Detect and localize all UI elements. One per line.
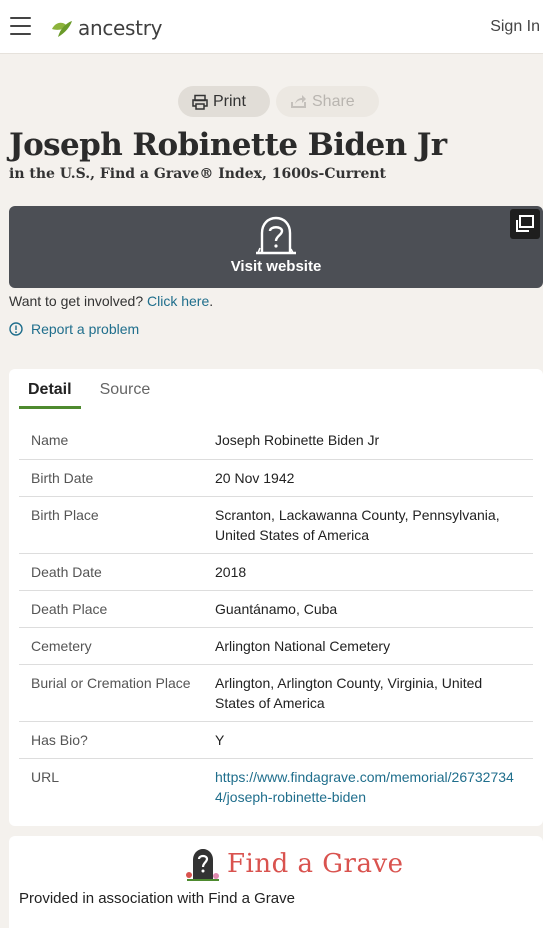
print-button[interactable]: Print xyxy=(178,86,270,117)
field-value: Arlington National Cemetery xyxy=(215,638,391,654)
report-problem-link[interactable]: Report a problem xyxy=(9,321,139,337)
findagrave-card: Find a Grave Provided in association wit… xyxy=(9,836,543,928)
field-value: Y xyxy=(215,732,225,748)
menu-icon[interactable] xyxy=(10,17,31,37)
get-involved-prompt: Want to get involved? xyxy=(9,293,144,309)
field-label: Name xyxy=(31,432,69,448)
field-value: 2018 xyxy=(215,564,247,580)
ancestry-logo[interactable]: ancestry xyxy=(50,14,162,42)
record-actions: Print Share xyxy=(178,86,379,117)
field-value: Joseph Robinette Biden Jr xyxy=(215,432,380,448)
field-value: 20 Nov 1942 xyxy=(215,470,295,486)
click-here-link[interactable]: Click here xyxy=(147,293,209,309)
findagrave-logo-text: Find a Grave xyxy=(227,849,404,879)
table-row: Cemetery Arlington National Cemetery xyxy=(19,628,533,665)
share-icon xyxy=(291,94,306,108)
get-involved-text: Want to get involved? Click here. xyxy=(9,293,213,309)
record-collection: in the U.S., Find a Grave® Index, 1600s-… xyxy=(9,166,386,182)
get-involved-period: . xyxy=(209,293,214,309)
findagrave-question-stone-icon xyxy=(186,849,219,881)
visit-website-label: Visit website xyxy=(230,258,322,275)
findagrave-logo: Find a Grave xyxy=(185,846,404,882)
provided-by-text: Provided in association with Find a Grav… xyxy=(19,890,295,907)
visit-website-button[interactable]: Visit website xyxy=(9,206,543,288)
table-row: Birth Place Scranton, Lackawanna County,… xyxy=(19,497,533,554)
report-problem-label: Report a problem xyxy=(31,321,140,337)
external-link-icon[interactable] xyxy=(510,209,540,239)
field-label: Birth Place xyxy=(31,507,99,523)
tab-source[interactable]: Source xyxy=(91,381,160,409)
field-value: Scranton, Lackawanna County, Pennsylvani… xyxy=(215,507,500,543)
detail-tabs: Detail Source xyxy=(19,381,159,409)
share-label: Share xyxy=(312,92,355,110)
field-label: Death Place xyxy=(31,601,108,617)
table-row: Death Date 2018 xyxy=(19,554,533,591)
table-row: Has Bio? Y xyxy=(19,722,533,759)
field-label: Burial or Cremation Place xyxy=(31,675,191,691)
print-label: Print xyxy=(213,92,246,110)
field-value: Arlington, Arlington County, Virginia, U… xyxy=(215,675,483,711)
gravestone-icon xyxy=(256,216,296,255)
record-title: Joseph Robinette Biden Jr xyxy=(9,127,447,163)
table-row: Burial or Cremation Place Arlington, Arl… xyxy=(19,665,533,722)
table-row: URL https://www.findagrave.com/memorial/… xyxy=(19,759,533,816)
tab-detail[interactable]: Detail xyxy=(19,381,81,409)
sign-in-link[interactable]: Sign In xyxy=(490,18,540,36)
info-circle-icon xyxy=(9,322,23,336)
printer-icon xyxy=(192,94,208,110)
table-row: Death Place Guantánamo, Cuba xyxy=(19,591,533,628)
leaf-icon xyxy=(52,21,72,37)
record-detail-card: Detail Source Name Joseph Robinette Bide… xyxy=(9,369,543,826)
findagrave-url-link[interactable]: https://www.findagrave.com/memorial/2673… xyxy=(215,759,533,816)
top-nav-bar: ancestry Sign In xyxy=(0,0,543,54)
field-value: Guantánamo, Cuba xyxy=(215,601,338,617)
share-button[interactable]: Share xyxy=(276,86,379,117)
table-row: Birth Date 20 Nov 1942 xyxy=(19,460,533,497)
field-label: Has Bio? xyxy=(31,732,88,748)
field-label: Death Date xyxy=(31,564,102,580)
field-label: Birth Date xyxy=(31,470,94,486)
detail-table: Name Joseph Robinette Biden Jr Birth Dat… xyxy=(19,422,533,816)
table-row: Name Joseph Robinette Biden Jr xyxy=(19,422,533,460)
brand-name: ancestry xyxy=(78,16,163,40)
field-label: URL xyxy=(31,769,60,785)
field-label: Cemetery xyxy=(31,638,92,654)
